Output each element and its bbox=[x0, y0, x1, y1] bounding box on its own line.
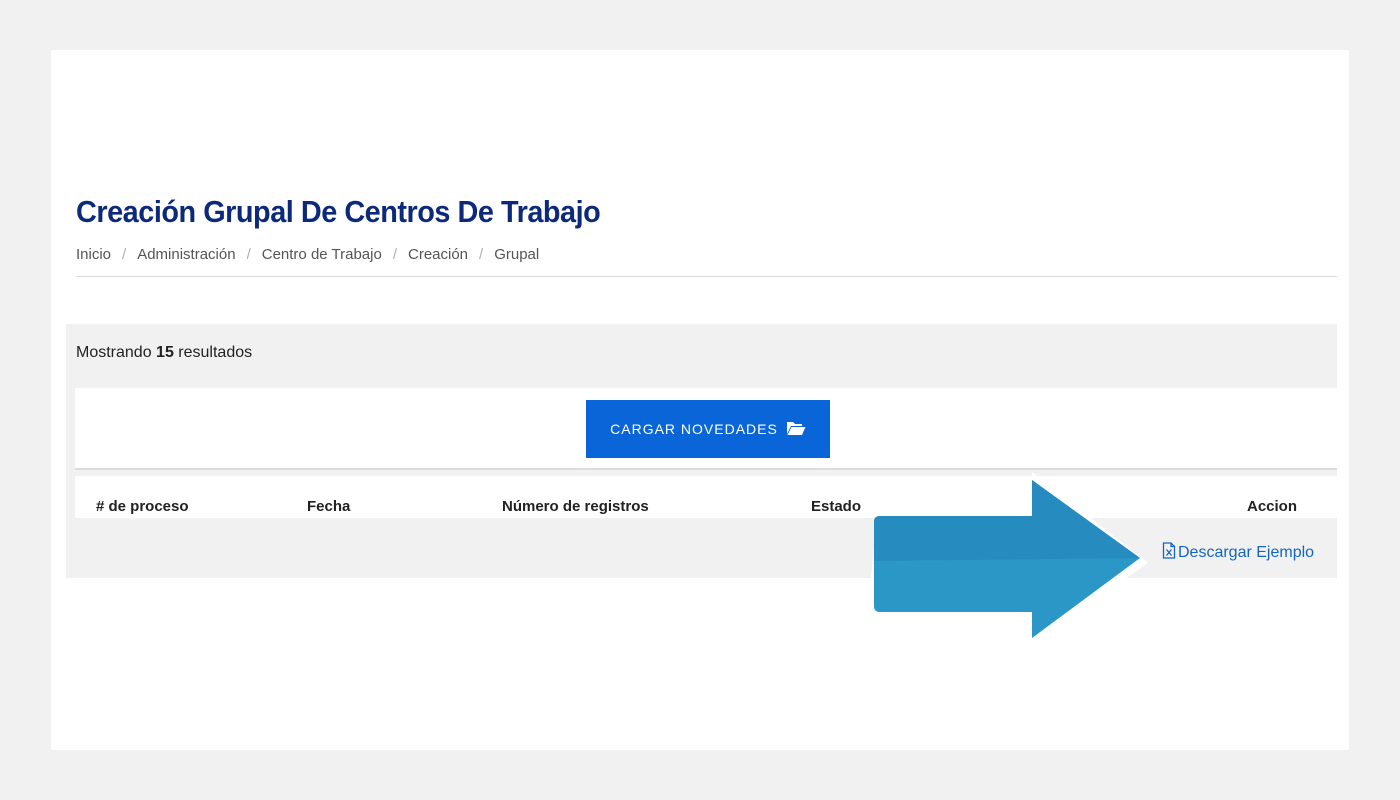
breadcrumb-separator: / bbox=[246, 246, 251, 263]
column-header-accion: Accion bbox=[1247, 498, 1298, 515]
breadcrumb-separator: / bbox=[392, 246, 397, 263]
breadcrumb-separator: / bbox=[479, 246, 484, 263]
title-divider bbox=[76, 276, 1337, 277]
results-prefix: Mostrando bbox=[76, 344, 152, 361]
breadcrumb-item-administracion[interactable]: Administración bbox=[137, 246, 235, 263]
upload-box: CARGAR NOVEDADES bbox=[75, 388, 1337, 470]
breadcrumb-separator: / bbox=[122, 246, 127, 263]
results-count-number: 15 bbox=[156, 344, 174, 361]
breadcrumb-item-creacion[interactable]: Creación bbox=[408, 246, 468, 263]
descargar-ejemplo-label: Descargar Ejemplo bbox=[1178, 544, 1315, 561]
results-count: Mostrando 15 resultados bbox=[76, 344, 252, 362]
folder-open-icon bbox=[786, 420, 806, 439]
cargar-novedades-label: CARGAR NOVEDADES bbox=[610, 421, 778, 437]
column-header-estado: Estado bbox=[811, 498, 862, 515]
descargar-ejemplo-link[interactable]: Descargar Ejemplo bbox=[1162, 542, 1314, 564]
column-header-fecha: Fecha bbox=[307, 498, 351, 515]
breadcrumb-item-inicio[interactable]: Inicio bbox=[76, 246, 111, 263]
breadcrumb: Inicio / Administración / Centro de Trab… bbox=[76, 246, 539, 263]
callout-arrow-icon bbox=[866, 472, 1148, 644]
cargar-novedades-button[interactable]: CARGAR NOVEDADES bbox=[586, 400, 830, 458]
column-header-numero-registros: Número de registros bbox=[502, 498, 649, 515]
breadcrumb-item-centro-de-trabajo[interactable]: Centro de Trabajo bbox=[262, 246, 382, 263]
results-suffix: resultados bbox=[178, 344, 253, 361]
breadcrumb-item-grupal: Grupal bbox=[494, 246, 540, 263]
column-header-proceso: # de proceso bbox=[96, 498, 189, 515]
page-title: Creación Grupal De Centros De Trabajo bbox=[76, 194, 601, 229]
